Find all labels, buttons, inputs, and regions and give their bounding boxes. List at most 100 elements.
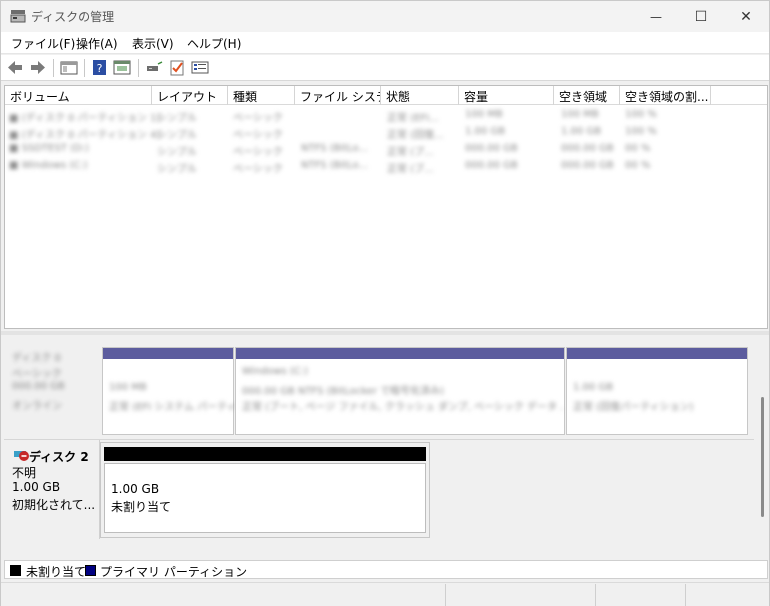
cell-percent-free: 00 % xyxy=(625,143,651,154)
toolbar-separator xyxy=(138,59,139,77)
help-icon[interactable]: ? xyxy=(91,59,109,76)
maximize-button[interactable]: ☐ xyxy=(678,1,724,32)
column-header-type[interactable]: 種類 xyxy=(228,86,295,105)
cell-volume: ■ Windows (C:) xyxy=(9,160,88,171)
maximize-icon: ☐ xyxy=(694,8,708,25)
column-header-status[interactable]: 状態 xyxy=(381,86,459,105)
status-segment xyxy=(445,584,446,606)
cell-capacity: 1.00 GB xyxy=(465,126,506,137)
column-header-file-system[interactable]: ファイル システム xyxy=(295,86,381,105)
cell-volume: ■ (ディスク 0 パーティション 4) xyxy=(9,130,161,141)
cell-status: 正常 (プ... xyxy=(387,147,434,158)
cell-percent-free: 00 % xyxy=(625,160,651,171)
cell-layout: シンプル xyxy=(157,147,197,158)
cell-capacity: 000.00 GB xyxy=(465,160,518,171)
volume-list-header: ボリューム レイアウト 種類 ファイル システム 状態 容量 空き領域 空き領域… xyxy=(5,86,767,105)
cell-capacity: 100 MB xyxy=(465,109,503,120)
column-header-layout[interactable]: レイアウト xyxy=(152,86,228,105)
cell-type: ベーシック xyxy=(233,147,283,158)
connect-icon[interactable] xyxy=(145,59,163,76)
disk-0-partition-1[interactable]: 100 MB 正常 (EFI システム パーティション) xyxy=(102,347,270,435)
disk-2-label[interactable]: ディスク 2 不明 1.00 GB 初期化されて... xyxy=(4,440,100,539)
legend-unallocated: 未割り当て xyxy=(26,565,87,579)
unallocated-label: 未割り当て xyxy=(111,500,172,514)
cell-file-system: NTFS (BitLo... xyxy=(301,160,369,171)
primary-partition-bar xyxy=(567,348,747,359)
cell-volume: ■ SSDTEST (D:) xyxy=(9,143,89,154)
close-button[interactable]: ✕ xyxy=(723,1,769,32)
graphical-view-scrollbar[interactable] xyxy=(758,335,768,559)
svg-text:?: ? xyxy=(97,62,103,75)
toolbar-separator xyxy=(84,59,85,77)
column-header-free-space[interactable]: 空き領域 xyxy=(554,86,620,105)
status-bar xyxy=(1,582,769,606)
cell-file-system: NTFS (BitLo... xyxy=(301,143,369,154)
window-title: ディスクの管理 xyxy=(31,10,115,24)
legend-primary-partition: プライマリ パーティション xyxy=(100,565,248,579)
table-row[interactable]: ■ (ディスク 0 パーティション 4) シンプル ベーシック 正常 (回復..… xyxy=(5,124,767,141)
unallocated-swatch xyxy=(10,565,21,576)
disk-not-initialized-icon xyxy=(14,451,29,461)
cell-capacity: 000.00 GB xyxy=(465,143,518,154)
disk-2-row[interactable]: ディスク 2 不明 1.00 GB 初期化されて... 1.00 GB 未割り当… xyxy=(4,439,754,539)
disk-0-state: オンライン xyxy=(12,401,62,412)
cell-status: 正常 (回復... xyxy=(387,130,444,141)
table-row[interactable]: ■ Windows (C:) シンプル ベーシック NTFS (BitLo...… xyxy=(5,158,767,175)
toolbar: ? xyxy=(1,55,769,81)
check-icon[interactable] xyxy=(168,59,186,76)
back-icon[interactable] xyxy=(6,59,24,76)
partition-size: 100 MB xyxy=(109,382,147,393)
disk-2-status: 不明 xyxy=(12,466,37,480)
minimize-button[interactable]: — xyxy=(633,1,679,32)
table-row[interactable]: ■ SSDTEST (D:) シンプル ベーシック NTFS (BitLo...… xyxy=(5,141,767,158)
disk-0-label[interactable]: ディスク 0 ベーシック 000.00 GB オンライン xyxy=(4,345,100,437)
primary-partition-swatch xyxy=(85,565,96,576)
list-view-icon[interactable] xyxy=(191,59,209,76)
disk-0-partition-2[interactable]: Windows (C:) 000.00 GB NTFS (BitLocker で… xyxy=(235,347,565,435)
unallocated-bar xyxy=(104,447,426,461)
disk-management-window: ディスクの管理 — ☐ ✕ ファイル(F) 操作(A) 表示(V) ヘルプ(H) xyxy=(0,0,770,606)
title-bar: ディスクの管理 — ☐ ✕ xyxy=(1,1,769,32)
cell-layout: シンプル xyxy=(157,164,197,175)
cell-percent-free: 100 % xyxy=(625,109,657,120)
disk-2-size: 1.00 GB xyxy=(12,480,61,494)
column-header-volume[interactable]: ボリューム xyxy=(5,86,152,105)
cell-volume: ■ (ディスク 0 パーティション 1) xyxy=(9,113,161,124)
status-segment xyxy=(685,584,686,606)
cell-free-space: 1.00 GB xyxy=(561,126,602,137)
partition-name: Windows (C:) xyxy=(242,366,308,377)
table-row[interactable]: ■ (ディスク 0 パーティション 1) シンプル ベーシック 正常 (EFI.… xyxy=(5,107,767,124)
disk-2-unallocated-partition[interactable]: 1.00 GB 未割り当て xyxy=(100,442,430,538)
legend-bar: 未割り当て プライマリ パーティション xyxy=(4,560,768,579)
partition-size: 000.00 GB NTFS (BitLocker で暗号化済み) xyxy=(242,386,444,397)
disk-management-app-icon xyxy=(10,10,26,23)
primary-partition-bar xyxy=(103,348,233,359)
menu-help[interactable]: ヘルプ(H) xyxy=(187,35,241,52)
partition-status: 正常 (ブート, ページ ファイル, クラッシュ ダンプ, ベーシック データ … xyxy=(242,402,562,413)
column-header-capacity[interactable]: 容量 xyxy=(459,86,554,105)
cell-free-space: 000.00 GB xyxy=(561,160,614,171)
cell-layout: シンプル xyxy=(157,113,197,124)
disk-0-size: 000.00 GB xyxy=(12,381,65,392)
scrollbar-thumb[interactable] xyxy=(761,397,764,517)
cell-status: 正常 (ブ... xyxy=(387,164,434,175)
properties-icon[interactable] xyxy=(113,59,131,76)
cell-percent-free: 100 % xyxy=(625,126,657,137)
cell-layout: シンプル xyxy=(157,130,197,141)
menu-file[interactable]: ファイル(F) xyxy=(11,35,75,52)
disk-0-row[interactable]: ディスク 0 ベーシック 000.00 GB オンライン 100 MB 正常 (… xyxy=(4,345,754,437)
unallocated-size: 1.00 GB xyxy=(111,482,160,496)
volume-list[interactable]: ボリューム レイアウト 種類 ファイル システム 状態 容量 空き領域 空き領域… xyxy=(4,85,768,329)
status-segment xyxy=(595,584,596,606)
disk-0-partition-3[interactable]: 1.00 GB 正常 (回復パーティション) xyxy=(566,347,748,435)
menu-action[interactable]: 操作(A) xyxy=(76,35,118,52)
column-header-percent-free[interactable]: 空き領域の割... xyxy=(620,86,711,105)
show-hide-console-tree-icon[interactable] xyxy=(60,59,78,76)
minimize-icon: — xyxy=(650,9,662,24)
cell-type: ベーシック xyxy=(233,113,283,124)
menu-view[interactable]: 表示(V) xyxy=(132,35,174,52)
toolbar-separator xyxy=(53,59,54,77)
partition-size: 1.00 GB xyxy=(573,382,614,393)
forward-icon[interactable] xyxy=(29,59,47,76)
disk-2-state: 初期化されて... xyxy=(12,498,96,512)
